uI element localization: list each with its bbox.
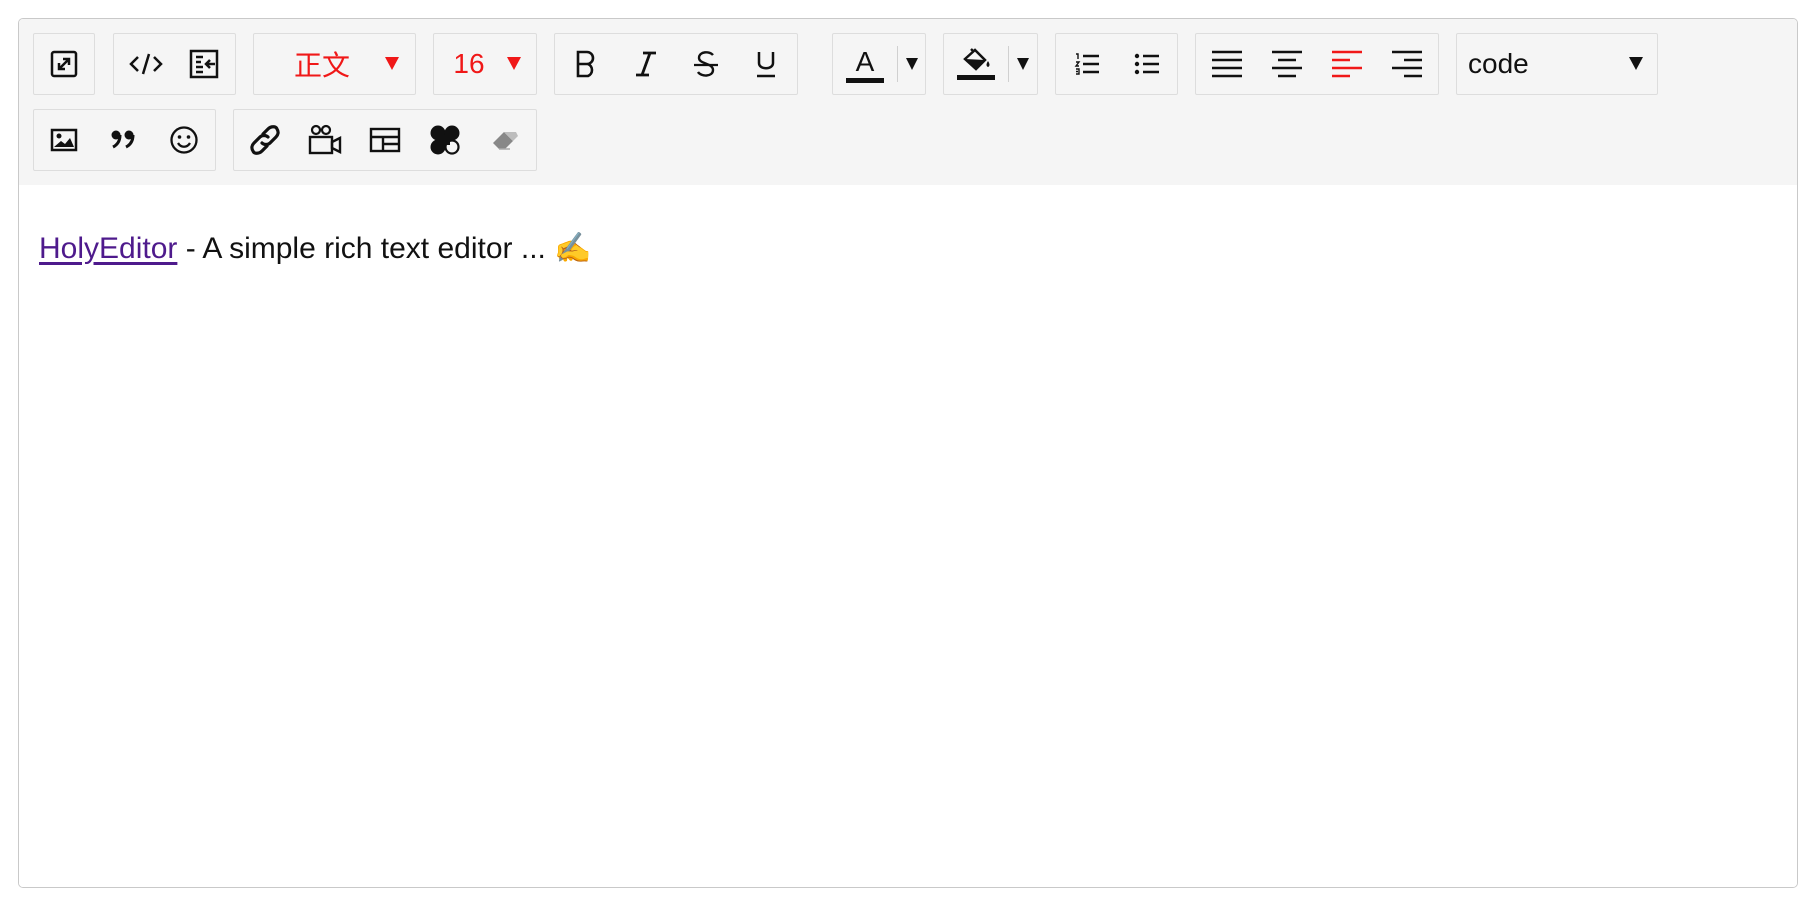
bullet-list-button[interactable] [1117,34,1177,93]
writing-hand-emoji: ✍️ [554,232,592,265]
content-text: - A simple rich text editor ... [177,232,555,265]
ordered-list-icon [1074,52,1099,75]
align-right-button[interactable] [1377,34,1437,93]
markdown-import-button[interactable] [175,34,234,93]
background-color-button[interactable] [946,34,1006,93]
fullscreen-button[interactable] [34,34,93,93]
ordered-list-button[interactable] [1057,34,1117,93]
toolbar: 正文 16 A code [19,19,1797,186]
table-icon [369,127,401,152]
font-color-group: A [832,33,926,95]
italic-button[interactable] [616,34,676,93]
insert-table-button[interactable] [355,110,415,169]
font-color-dropdown[interactable] [899,34,925,93]
strikethrough-icon [694,50,718,77]
insert-group [33,109,216,171]
font-size-select[interactable]: 16 [433,33,537,95]
text-style-group [554,33,798,95]
command-icon [430,125,460,155]
emoji-button[interactable] [154,110,214,169]
background-color-swatch [957,75,995,80]
link-icon [250,124,280,155]
source-code-button[interactable] [116,34,175,93]
chevron-down-icon [385,57,399,70]
content-paragraph: HolyEditor - A simple rich text editor .… [39,231,592,266]
background-color-group [943,33,1038,95]
quote-icon [111,130,135,148]
underline-button[interactable] [736,34,796,93]
chevron-down-icon [1017,57,1029,70]
paint-bucket-icon [963,48,990,71]
smiley-icon [170,125,198,154]
clear-format-button[interactable] [475,110,535,169]
holyeditor-link[interactable]: HolyEditor [39,232,177,265]
font-size-value: 16 [453,47,485,79]
strikethrough-button[interactable] [676,34,736,93]
align-right-icon [1392,50,1422,77]
align-center-button[interactable] [1257,34,1317,93]
video-camera-icon [308,124,342,154]
heading-select[interactable]: 正文 [253,33,416,95]
code-language-select[interactable]: code [1456,33,1658,95]
divider [1008,46,1009,82]
align-left-icon [1332,50,1362,77]
image-icon [50,128,78,151]
chevron-down-icon [1629,57,1643,70]
heading-value: 正文 [293,49,350,81]
rich-text-editor: 正文 16 A code HolyEditor - A simple rich … [18,18,1798,888]
chevron-down-icon [906,57,918,70]
italic-icon [636,51,656,76]
align-left-button[interactable] [1317,34,1377,93]
code-language-value: code [1468,47,1529,79]
insert-image-button[interactable] [34,110,94,169]
chevron-down-icon [507,57,521,70]
underline-icon [757,51,775,77]
list-group [1055,33,1178,95]
bold-icon [576,50,595,77]
align-center-icon [1272,50,1302,77]
font-color-button[interactable]: A [835,34,895,93]
justify-button[interactable] [1197,34,1257,93]
import-icon [189,49,218,78]
divider [897,46,898,82]
font-color-swatch [846,78,884,83]
media-group [233,109,537,171]
align-justify-icon [1212,50,1242,77]
code-icon [128,53,163,74]
insert-link-button[interactable] [235,110,295,169]
background-color-dropdown[interactable] [1010,34,1036,93]
alignment-group [1195,33,1439,95]
bold-button[interactable] [556,34,616,93]
fullscreen-icon [50,50,77,77]
source-group [113,33,236,95]
bullet-list-icon [1134,53,1159,74]
insert-command-button[interactable] [415,110,475,169]
font-color-glyph: A [855,46,875,77]
eraser-icon [493,131,518,150]
insert-video-button[interactable] [295,110,355,169]
editor-content[interactable]: HolyEditor - A simple rich text editor .… [19,185,1797,887]
blockquote-button[interactable] [94,110,154,169]
fullscreen-group [33,33,95,95]
